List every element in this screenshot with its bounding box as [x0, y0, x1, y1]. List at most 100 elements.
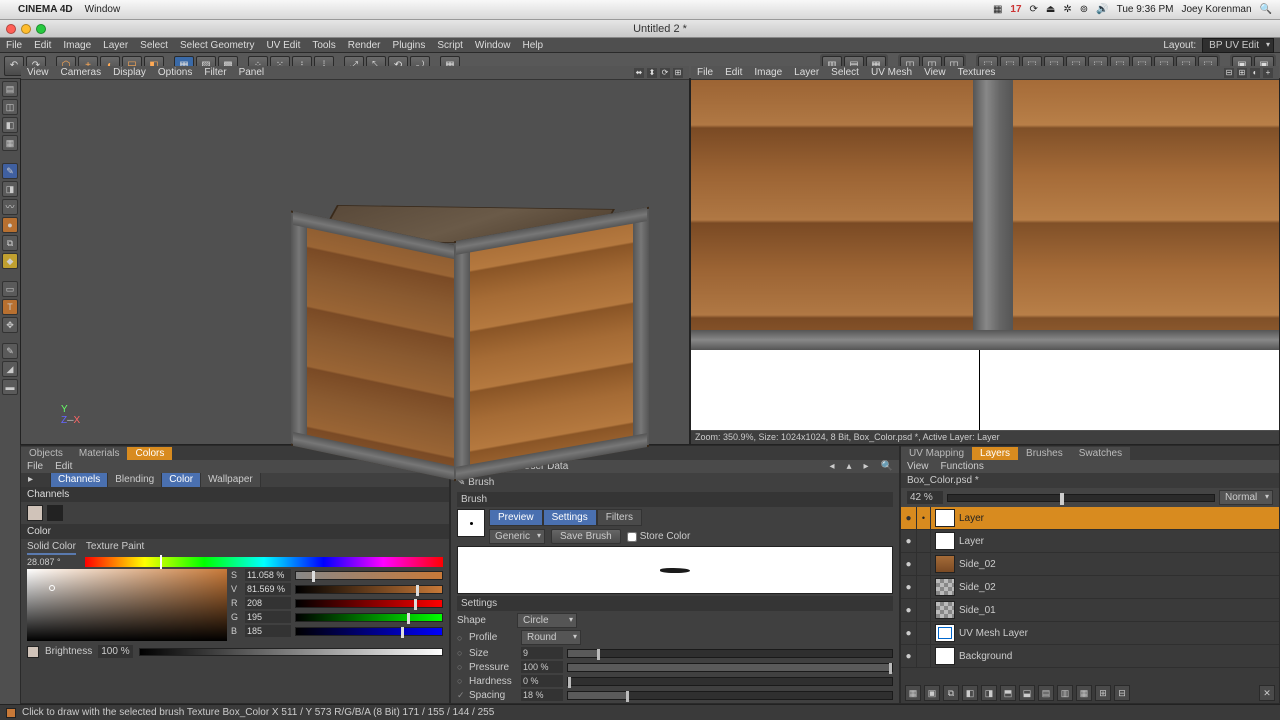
rail-tool[interactable]: ▤	[2, 81, 18, 97]
link-icon[interactable]: ○	[457, 633, 465, 643]
nav-fwd-icon[interactable]: ▸	[864, 461, 869, 472]
menu-layer[interactable]: Layer	[103, 40, 128, 51]
rail-tool[interactable]: ◧	[2, 117, 18, 133]
gradient-tool[interactable]: ◢	[2, 361, 18, 377]
menu-script[interactable]: Script	[437, 40, 463, 51]
tvp-menu-edit[interactable]: Edit	[725, 67, 742, 78]
menu-plugins[interactable]: Plugins	[393, 40, 426, 51]
transform-tool[interactable]: ✥	[2, 317, 18, 333]
store-color-checkbox[interactable]: Store Color	[627, 531, 691, 542]
fg-swatch[interactable]	[27, 505, 43, 521]
visibility-toggle-icon[interactable]: ●	[901, 576, 917, 598]
mac-menu-window[interactable]: Window	[85, 4, 121, 15]
vp-nav-icon[interactable]: ◐	[1250, 68, 1260, 78]
menubar-icon[interactable]: ⏏	[1046, 4, 1055, 15]
brush-tab-settings[interactable]: Settings	[543, 509, 597, 526]
visibility-toggle-icon[interactable]: ●	[901, 622, 917, 644]
brightness-value[interactable]: 100 %	[98, 645, 132, 658]
layer-action-icon[interactable]: ◨	[981, 685, 997, 701]
text-tool[interactable]: T	[2, 299, 18, 315]
layers-menu-view[interactable]: View	[907, 461, 929, 472]
tvp-menu-file[interactable]: File	[697, 67, 713, 78]
clock[interactable]: Tue 9:36 PM	[1117, 4, 1174, 15]
b-slider[interactable]	[295, 627, 443, 636]
menu-file[interactable]: File	[6, 40, 22, 51]
pressure-slider[interactable]	[567, 663, 893, 672]
tab-objects[interactable]: Objects	[21, 447, 71, 460]
tvp-menu-uvmesh[interactable]: UV Mesh	[871, 67, 912, 78]
tvp-menu-layer[interactable]: Layer	[794, 67, 819, 78]
layer-action-icon[interactable]: ⊟	[1114, 685, 1130, 701]
visibility-toggle-icon[interactable]: ●	[901, 507, 917, 529]
layer-row[interactable]: ●Side_02	[901, 553, 1279, 576]
subtab-color[interactable]: Color	[162, 473, 201, 487]
3d-viewport[interactable]: View Cameras Display Options Filter Pane…	[20, 79, 690, 445]
lock-toggle-icon[interactable]	[917, 553, 931, 575]
v-slider[interactable]	[295, 585, 443, 594]
vp-nav-icon[interactable]: ⊞	[1237, 68, 1247, 78]
tvp-menu-view[interactable]: View	[924, 67, 946, 78]
size-value[interactable]: 9	[521, 647, 563, 659]
tab-swatches[interactable]: Swatches	[1071, 447, 1130, 460]
layer-row[interactable]: ●UV Mesh Layer	[901, 622, 1279, 645]
r-slider[interactable]	[295, 599, 443, 608]
vp-nav-icon[interactable]: ⬍	[647, 68, 657, 78]
tvp-menu-textures[interactable]: Textures	[958, 67, 996, 78]
layer-action-icon[interactable]: ▤	[1038, 685, 1054, 701]
sponge-tool[interactable]: ●	[2, 217, 18, 233]
vp-nav-icon[interactable]: +	[1263, 68, 1273, 78]
layer-action-icon[interactable]: ▥	[1057, 685, 1073, 701]
rail-tool[interactable]: ▬	[2, 379, 18, 395]
size-slider[interactable]	[567, 649, 893, 658]
nav-back-icon[interactable]: ◂	[829, 461, 834, 472]
hue-slider[interactable]	[85, 557, 443, 567]
layer-action-icon[interactable]: ◧	[962, 685, 978, 701]
tab-materials[interactable]: Materials	[71, 447, 128, 460]
link-icon[interactable]: ○	[457, 662, 465, 672]
layer-row[interactable]: ●Side_02	[901, 576, 1279, 599]
lock-toggle-icon[interactable]	[917, 645, 931, 667]
brush-preset-dropdown[interactable]: Generic	[489, 529, 545, 544]
rail-tool[interactable]: ◫	[2, 99, 18, 115]
eyedropper-tool[interactable]: ✎	[2, 343, 18, 359]
pressure-value[interactable]: 100 %	[521, 661, 563, 673]
g-slider[interactable]	[295, 613, 443, 622]
delete-layer-icon[interactable]: ✕	[1259, 685, 1275, 701]
hardness-value[interactable]: 0 %	[521, 675, 563, 687]
duplicate-layer-icon[interactable]: ⧉	[943, 685, 959, 701]
layer-row[interactable]: ●Side_01	[901, 599, 1279, 622]
brush-tab-preview[interactable]: Preview	[489, 509, 543, 526]
nav-search-icon[interactable]: 🔍	[881, 461, 893, 472]
vp-nav-icon[interactable]: ⊞	[673, 68, 683, 78]
close-window-button[interactable]	[6, 24, 16, 34]
visibility-toggle-icon[interactable]: ●	[901, 553, 917, 575]
wifi-icon[interactable]: ⊚	[1080, 4, 1088, 15]
menu-uv-edit[interactable]: UV Edit	[266, 40, 300, 51]
layer-row[interactable]: ●•Layer	[901, 507, 1279, 530]
s-value[interactable]: 11.058 %	[245, 569, 291, 581]
visibility-toggle-icon[interactable]: ●	[901, 530, 917, 552]
tvp-menu-image[interactable]: Image	[754, 67, 782, 78]
vp-menu-cameras[interactable]: Cameras	[61, 67, 102, 78]
minimize-window-button[interactable]	[21, 24, 31, 34]
shape-dropdown[interactable]: Circle	[517, 613, 577, 628]
rail-tool[interactable]: ▦	[2, 135, 18, 151]
s-slider[interactable]	[295, 571, 443, 580]
sv-picker[interactable]	[27, 569, 227, 641]
menu-select[interactable]: Select	[140, 40, 168, 51]
submenu-file[interactable]: File	[27, 461, 43, 472]
texture-canvas[interactable]: Zoom: 350.9%, Size: 1024x1024, 8 Bit, Bo…	[691, 80, 1279, 444]
tvp-menu-select[interactable]: Select	[831, 67, 859, 78]
v-value[interactable]: 81.569 %	[245, 583, 291, 595]
menu-image[interactable]: Image	[63, 40, 91, 51]
fill-tool[interactable]: ◆	[2, 253, 18, 269]
vp-menu-options[interactable]: Options	[158, 67, 192, 78]
layers-menu-functions[interactable]: Functions	[941, 461, 984, 472]
chevron-icon[interactable]: ▸	[21, 473, 51, 487]
menu-window[interactable]: Window	[475, 40, 511, 51]
vp-menu-filter[interactable]: Filter	[204, 67, 226, 78]
menubar-icon[interactable]: ▦	[993, 4, 1002, 15]
lock-toggle-icon[interactable]	[917, 622, 931, 644]
new-layer-icon[interactable]: ▦	[905, 685, 921, 701]
r-value[interactable]: 208	[245, 597, 291, 609]
